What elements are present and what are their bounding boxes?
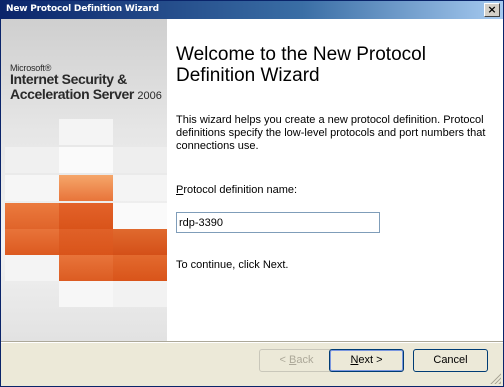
brand-year: 2006 [137,90,162,102]
decor-tile [113,281,167,307]
decor-tile [59,229,113,255]
back-button-rest: ack [296,354,314,366]
continue-instruction: To continue, click Next. [176,259,289,271]
wizard-window: New Protocol Definition Wizard × Microso… [0,0,504,387]
decor-tile [113,203,167,229]
wizard-content: Welcome to the New Protocol Definition W… [167,19,503,341]
decor-tile [5,147,59,173]
back-button[interactable]: < Back [259,349,334,372]
decor-tile [5,175,59,201]
window-title: New Protocol Definition Wizard [6,4,159,14]
decor-tile [59,147,113,173]
wizard-heading: Welcome to the New Protocol Definition W… [176,44,426,86]
decor-tile [5,255,59,281]
decor-tile [59,119,113,145]
protocol-name-label-rest: rotocol definition name: [183,184,298,196]
cancel-button[interactable]: Cancel [413,349,488,372]
decor-tile [59,175,113,201]
wizard-description: This wizard helps you create a new proto… [176,114,486,152]
decor-tile [113,229,167,255]
close-button[interactable]: × [484,3,500,17]
back-button-prefix: < [279,354,289,366]
brand-product-name: Acceleration Server [10,86,134,102]
decor-tile [5,229,59,255]
protocol-name-label: Protocol definition name: [176,184,297,196]
decor-tile [59,203,113,229]
decor-tile [59,281,113,307]
title-bar[interactable]: New Protocol Definition Wizard × [1,1,503,19]
resize-grip-icon[interactable] [489,372,501,384]
next-button[interactable]: Next > [329,349,404,372]
brand-product-line2: Acceleration Server 2006 [10,87,162,104]
product-logo: Microsoft® Internet Security & Accelerat… [10,63,162,104]
decor-tile [113,147,167,173]
brand-product-line1: Internet Security & [10,71,127,87]
decor-tile [5,203,59,229]
footer-divider-highlight [1,342,503,343]
wizard-banner-panel: Microsoft® Internet Security & Accelerat… [1,19,167,341]
decor-tile [113,175,167,201]
decor-tile [113,255,167,281]
next-button-rest: ext > [358,354,383,366]
decor-tile [59,255,113,281]
protocol-name-input[interactable] [176,212,380,233]
